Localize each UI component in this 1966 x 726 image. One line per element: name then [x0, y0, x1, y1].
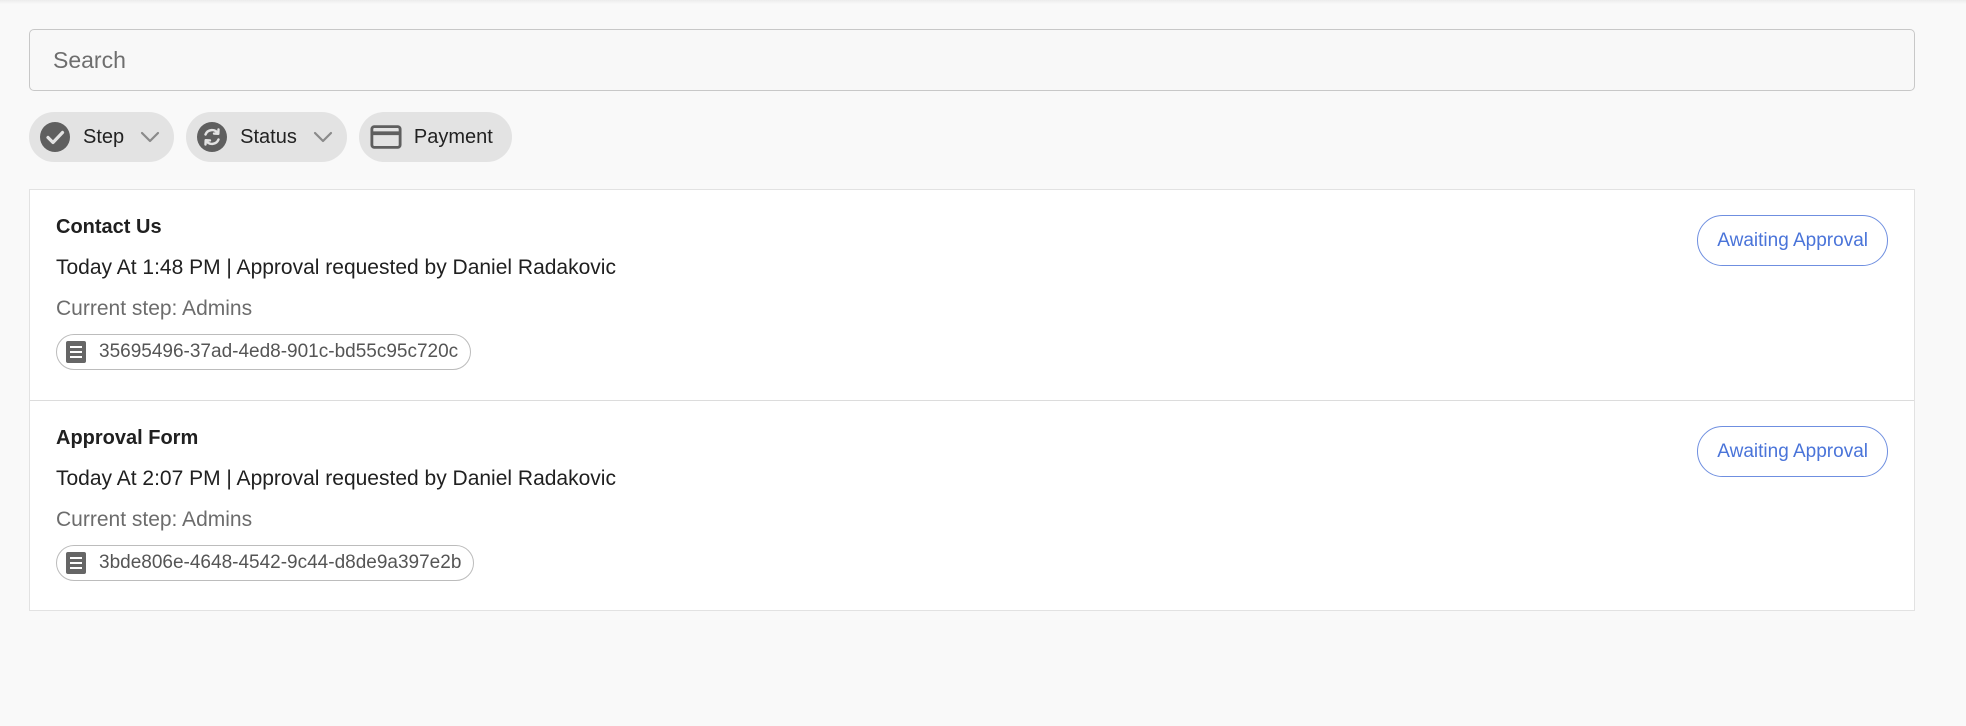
chevron-down-icon	[138, 125, 162, 149]
check-circle-icon	[39, 121, 71, 153]
item-id-chip[interactable]: 35695496-37ad-4ed8-901c-bd55c95c720c	[56, 334, 472, 370]
list-item[interactable]: Approval Form Today At 2:07 PM | Approva…	[30, 400, 1914, 610]
item-title: Contact Us	[56, 216, 162, 238]
status-filter-label: Status	[240, 125, 297, 148]
filter-chips: Step Status Payment	[29, 112, 512, 162]
item-title: Approval Form	[56, 427, 199, 449]
approval-list: Contact Us Today At 1:48 PM | Approval r…	[29, 189, 1915, 611]
status-badge[interactable]: Awaiting Approval	[1697, 426, 1888, 477]
search-input[interactable]	[51, 45, 1893, 75]
search-box[interactable]	[29, 29, 1915, 91]
top-shadow	[0, 0, 1966, 4]
item-current-step: Current step: Admins	[56, 297, 253, 320]
item-meta: Today At 2:07 PM | Approval requested by…	[56, 467, 616, 490]
status-filter-chip[interactable]: Status	[186, 112, 347, 162]
payment-filter-chip[interactable]: Payment	[358, 112, 512, 162]
credit-card-icon	[370, 121, 402, 153]
item-id: 35695496-37ad-4ed8-901c-bd55c95c720c	[99, 341, 459, 362]
document-icon	[63, 339, 89, 365]
document-icon	[63, 550, 89, 576]
status-badge[interactable]: Awaiting Approval	[1697, 215, 1888, 266]
step-filter-chip[interactable]: Step	[29, 112, 175, 162]
item-id-chip[interactable]: 3bde806e-4648-4542-9c44-d8de9a397e2b	[56, 545, 475, 581]
chevron-down-icon	[311, 125, 335, 149]
item-id: 3bde806e-4648-4542-9c44-d8de9a397e2b	[99, 552, 462, 573]
step-filter-label: Step	[83, 125, 125, 148]
item-meta: Today At 1:48 PM | Approval requested by…	[56, 256, 616, 279]
payment-filter-label: Payment	[413, 125, 493, 148]
item-current-step: Current step: Admins	[56, 508, 253, 531]
sync-icon	[196, 121, 228, 153]
list-item[interactable]: Contact Us Today At 1:48 PM | Approval r…	[30, 190, 1914, 400]
